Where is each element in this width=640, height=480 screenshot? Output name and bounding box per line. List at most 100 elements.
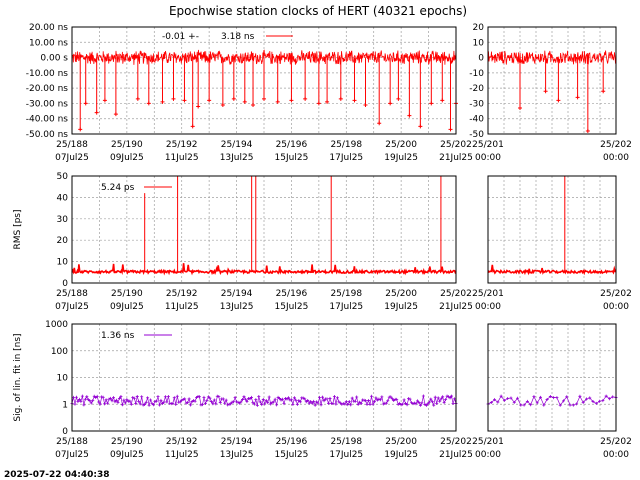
x-tick-sublabel: 21Jul25: [439, 302, 473, 312]
clock-outlier-point: [182, 98, 187, 103]
y-tick-label: 10: [57, 258, 69, 268]
x-tick-label: 25/194: [221, 289, 253, 299]
x-tick-sublabel: 11Jul25: [165, 153, 199, 163]
x-tick-sublabel: 00:00: [475, 302, 501, 312]
clock-outlier-point: [377, 121, 382, 126]
x-tick-label: 25/196: [276, 289, 308, 299]
legend-sigma: 3.18 ns: [221, 32, 255, 42]
x-tick-sublabel: 17Jul25: [329, 153, 363, 163]
y-tick-label: 10: [473, 38, 485, 48]
x-tick-sublabel: 19Jul25: [384, 450, 418, 460]
x-tick-label: 25/188: [56, 437, 88, 447]
clock-outlier-point: [396, 96, 401, 101]
y-tick-label: 20: [473, 23, 485, 33]
x-tick-label: 25/198: [330, 140, 362, 150]
y-tick-label: -40: [469, 115, 484, 125]
x-tick-sublabel: 00:00: [603, 302, 629, 312]
x-tick-label: 25/190: [111, 140, 143, 150]
clock-outlier-point: [231, 96, 236, 101]
clock-zoom-plot: [487, 26, 617, 135]
y-tick-label: -20.00 ns: [26, 84, 69, 94]
clock-outlier-point: [303, 96, 308, 101]
clock-outlier-point: [316, 101, 321, 106]
x-tick-sublabel: 00:00: [603, 153, 629, 163]
clock-outlier-point: [575, 95, 580, 100]
y-tick-label: 40: [57, 193, 69, 203]
clock-outlier-point: [429, 101, 434, 106]
x-tick-sublabel: 21Jul25: [439, 153, 473, 163]
x-tick-sublabel: 09Jul25: [110, 302, 144, 312]
sig-legend-label: 1.36 ns: [101, 331, 135, 341]
clock-outlier-point: [543, 89, 548, 94]
x-tick-label: 25/200: [385, 140, 417, 150]
clock-outlier-point: [448, 127, 453, 132]
clock-outlier-point: [113, 112, 118, 117]
y-tick-label: 10: [57, 374, 69, 384]
clock-outlier-point: [418, 124, 423, 129]
x-tick-sublabel: 15Jul25: [275, 302, 309, 312]
rms-legend-label: 5.24 ps: [101, 183, 135, 193]
y-tick-label: 50: [57, 172, 69, 182]
timestamp: 2025-07-22 04:40:38: [4, 470, 109, 480]
clock-outlier-point: [94, 110, 99, 115]
clock-outlier-point: [407, 113, 412, 118]
legend-mean: -0.01 +-: [162, 32, 199, 42]
x-tick-label: 25/202: [600, 140, 632, 150]
y-tick-label: -10: [469, 69, 484, 79]
figure: Epochwise station clocks of HERT (40321 …: [4, 4, 632, 480]
x-tick-label: 25/202: [440, 289, 472, 299]
x-tick-sublabel: 13Jul25: [220, 153, 254, 163]
y-tick-label: 0: [62, 279, 68, 289]
x-tick-sublabel: 11Jul25: [165, 302, 199, 312]
sig-zoom-plot: [486, 323, 618, 432]
clock-outlier-point: [196, 104, 201, 109]
x-tick-label: 25/188: [56, 140, 88, 150]
y-tick-label: -20: [469, 84, 484, 94]
y-tick-label: -30: [469, 99, 484, 109]
x-tick-label: 25/194: [221, 140, 253, 150]
x-tick-sublabel: 11Jul25: [165, 450, 199, 460]
x-tick-sublabel: 09Jul25: [110, 450, 144, 460]
y-tick-label: 30: [57, 215, 69, 225]
clock-outlier-point: [207, 98, 212, 103]
x-tick-label: 25/201: [472, 140, 504, 150]
x-tick-label: 25/202: [600, 289, 632, 299]
clock-outlier-point: [146, 101, 151, 106]
x-tick-label: 25/202: [440, 437, 472, 447]
clock-outlier-point: [102, 98, 107, 103]
y-tick-label: 20: [57, 236, 69, 246]
y-tick-label: -50: [469, 130, 484, 140]
sig-y-axis-label: Sig. of lin. fit in [ns]: [13, 333, 23, 421]
clock-outlier-point: [262, 96, 266, 101]
x-tick-sublabel: 19Jul25: [384, 302, 418, 312]
clock-outlier-point: [440, 98, 445, 103]
y-tick-label: 20.00 ns: [29, 23, 68, 33]
y-tick-label: 1: [62, 400, 68, 410]
clock-outlier-point: [601, 89, 606, 94]
x-tick-sublabel: 17Jul25: [329, 302, 363, 312]
y-tick-label: -40.00 ns: [26, 115, 69, 125]
x-tick-sublabel: 00:00: [603, 450, 629, 460]
x-tick-sublabel: 00:00: [475, 153, 501, 163]
x-tick-label: 25/202: [600, 437, 632, 447]
x-tick-label: 25/201: [472, 437, 504, 447]
x-tick-label: 25/192: [166, 289, 198, 299]
rms-zoom-plot: [487, 175, 617, 284]
x-tick-sublabel: 15Jul25: [275, 153, 309, 163]
clock-outlier-point: [585, 128, 590, 133]
x-tick-label: 25/196: [276, 140, 308, 150]
x-tick-label: 25/188: [56, 289, 88, 299]
y-tick-label: 0.00 s: [40, 54, 68, 64]
x-tick-sublabel: 21Jul25: [439, 450, 473, 460]
clock-outlier-point: [190, 124, 195, 129]
clock-outlier-point: [242, 99, 247, 104]
x-tick-sublabel: 13Jul25: [220, 302, 254, 312]
clock-outlier-point: [78, 127, 83, 132]
x-tick-sublabel: 00:00: [475, 450, 501, 460]
rms-y-axis-label: RMS [ps]: [13, 209, 23, 249]
clock-outlier-point: [289, 98, 294, 103]
x-tick-label: 25/192: [166, 437, 198, 447]
x-tick-label: 25/194: [221, 437, 253, 447]
x-tick-label: 25/198: [330, 437, 362, 447]
x-tick-sublabel: 19Jul25: [384, 153, 418, 163]
